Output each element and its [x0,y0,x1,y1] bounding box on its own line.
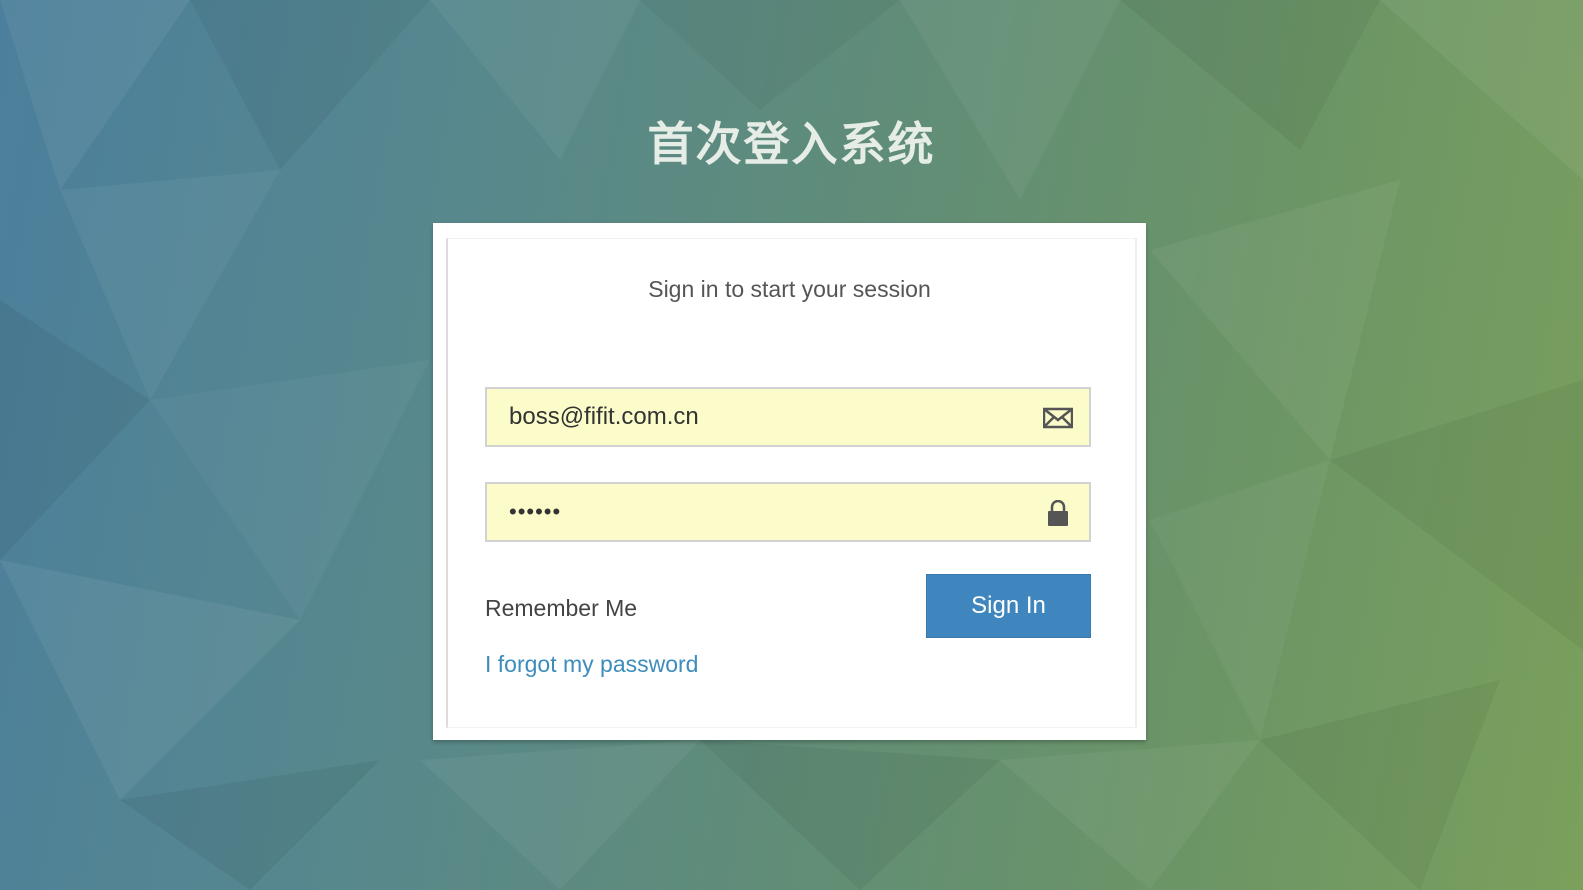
login-card: Sign in to start your session Remember M… [433,223,1146,740]
lock-icon [1048,500,1068,526]
envelope-icon [1043,407,1073,429]
email-input[interactable] [487,389,1049,445]
sign-in-button[interactable]: Sign In [926,574,1091,638]
email-field [485,387,1091,447]
remember-me-label[interactable]: Remember Me [485,595,637,622]
page-title: 首次登入系统 [647,117,936,171]
login-subtitle: Sign in to start your session [648,276,931,302]
password-input[interactable] [487,484,1049,540]
password-field [485,482,1091,542]
forgot-password-link[interactable]: I forgot my password [485,651,698,678]
